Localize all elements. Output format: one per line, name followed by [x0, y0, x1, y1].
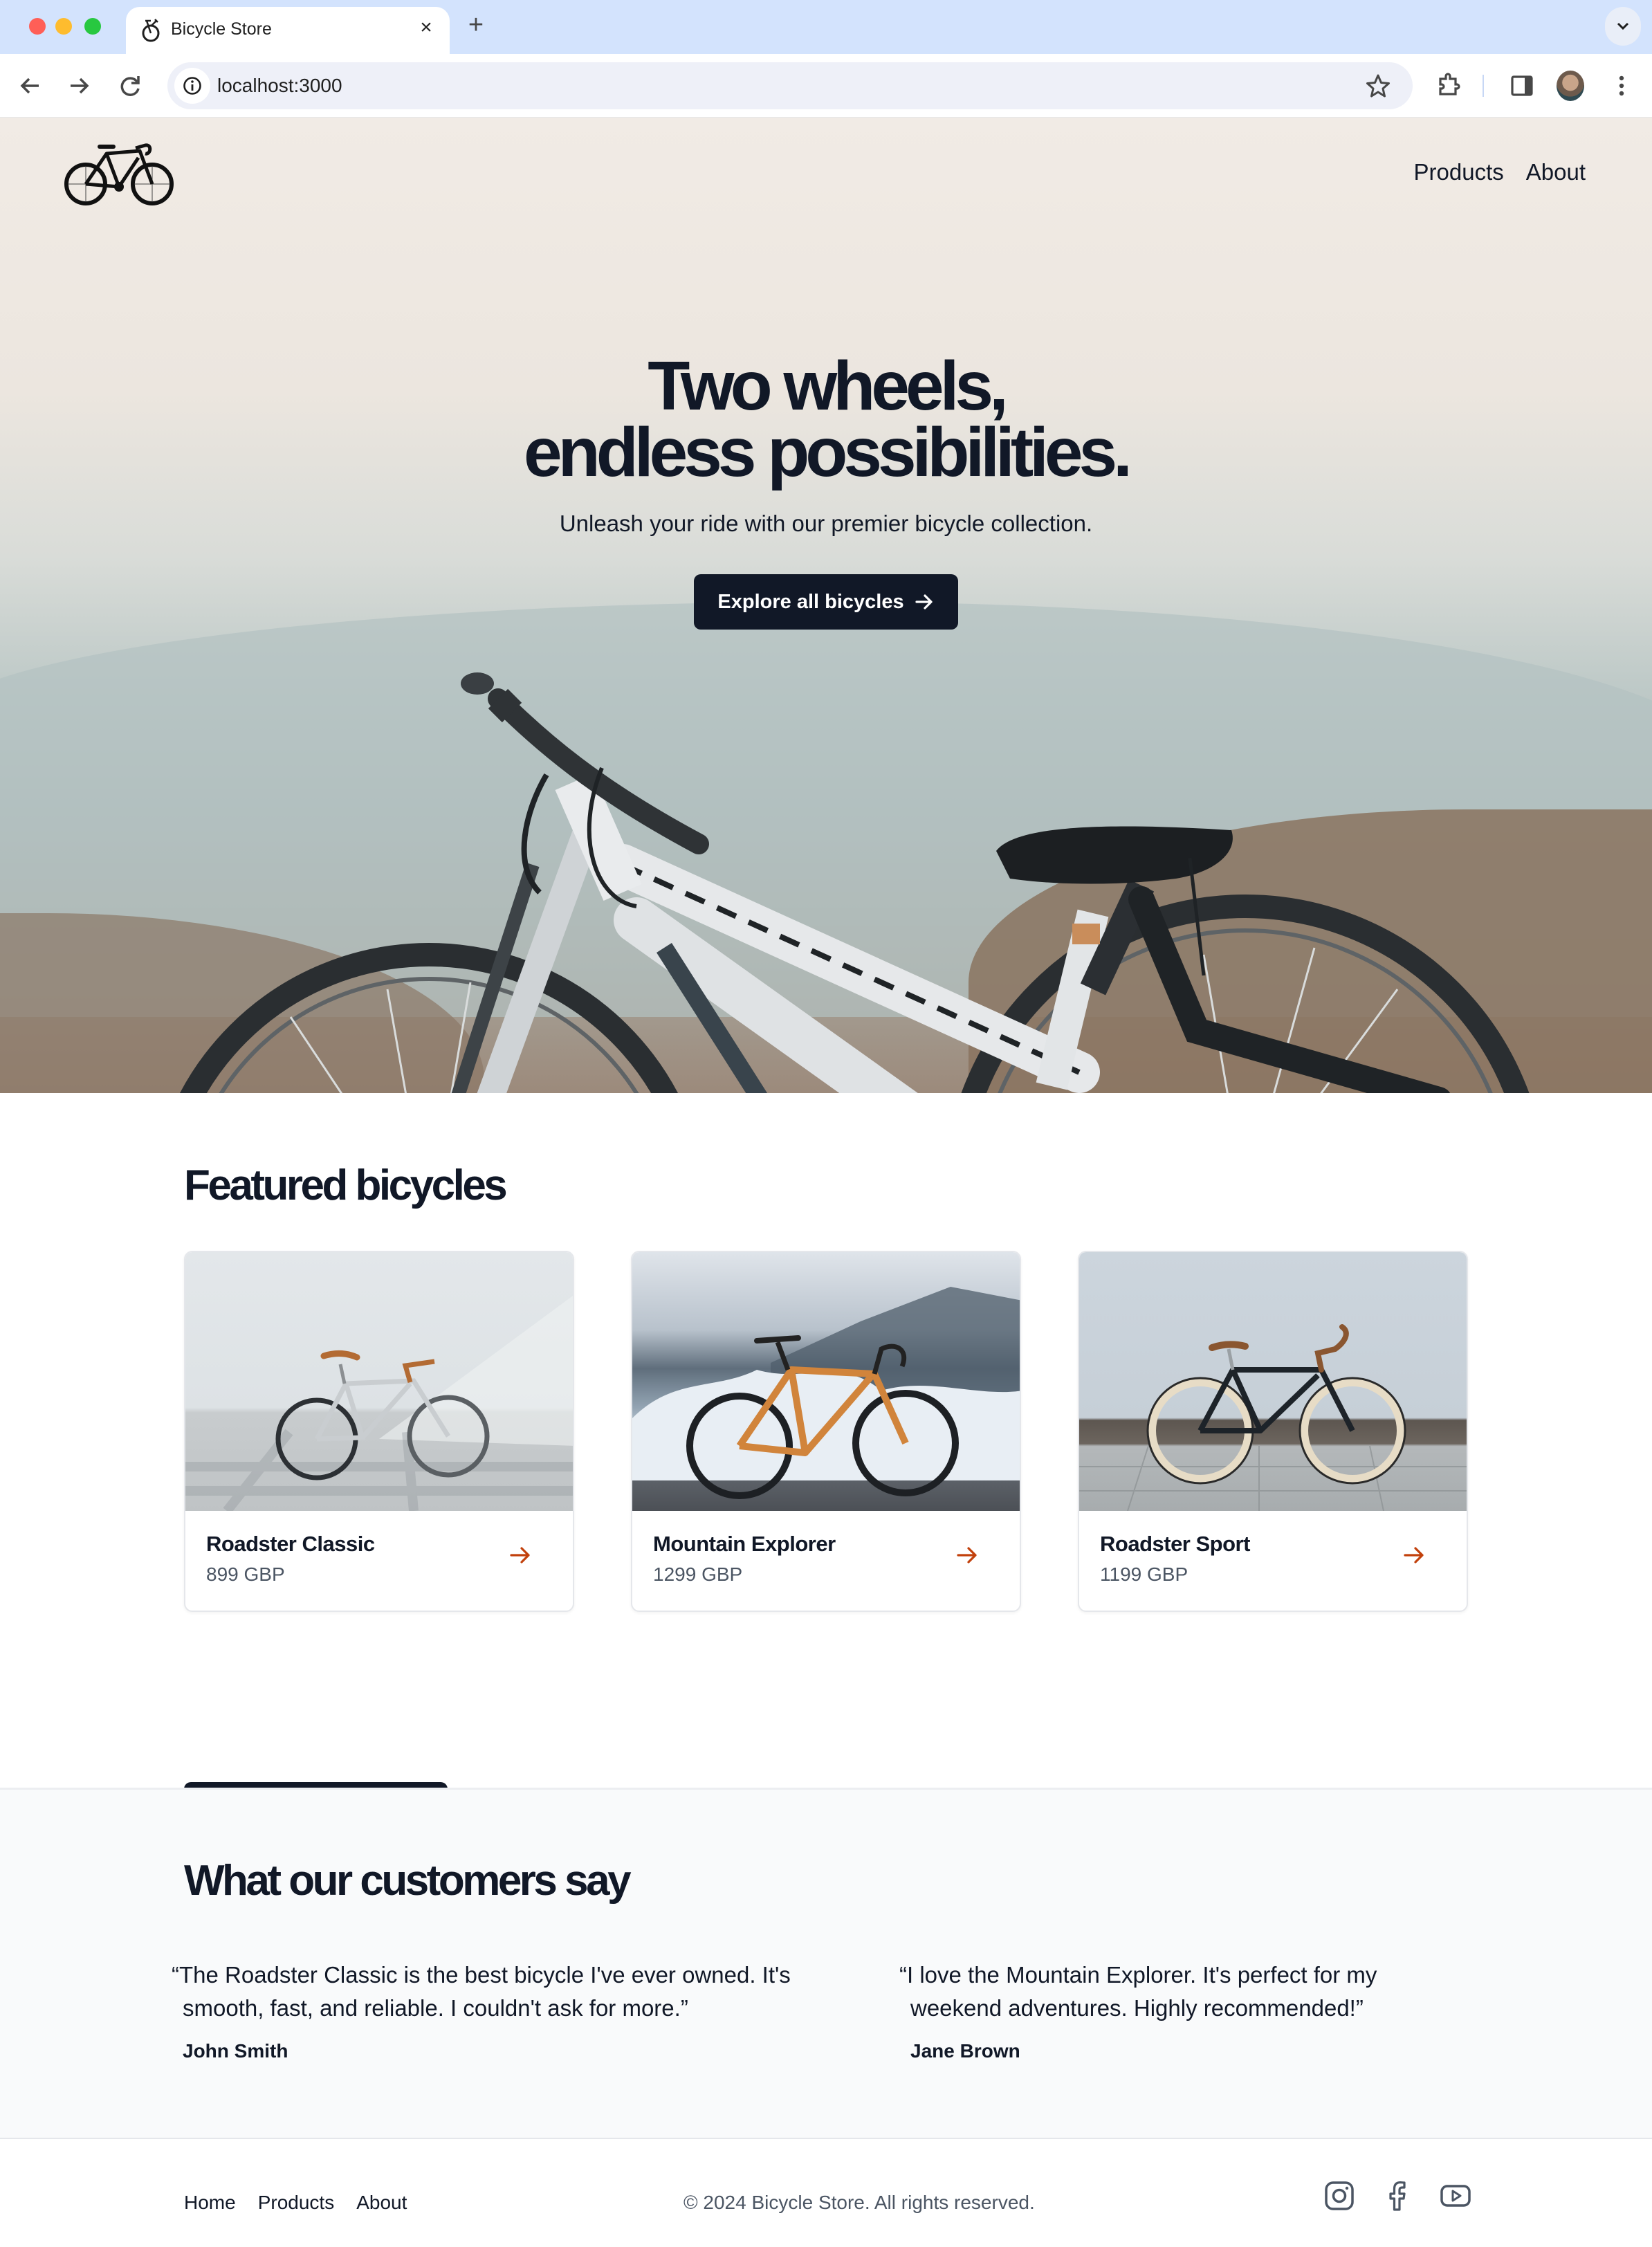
hero-title-line2: endless possibilities.: [524, 414, 1132, 491]
testimonial-author: John Smith: [183, 2040, 288, 2062]
side-panel-icon[interactable]: [1505, 69, 1539, 102]
new-tab-button[interactable]: +: [462, 11, 490, 39]
tab-title: Bicycle Store: [171, 19, 272, 39]
browser-toolbar: localhost:3000: [0, 54, 1652, 118]
product-card-body: Roadster Classic 899 GBP: [206, 1532, 375, 1586]
product-card-body: Roadster Sport 1199 GBP: [1100, 1532, 1250, 1586]
instagram-icon[interactable]: [1323, 2179, 1356, 2212]
product-image-mountain-explorer: [632, 1252, 1020, 1511]
product-cards: Roadster Classic 899 GBP Mountain Explor…: [184, 1251, 1468, 1612]
testimonials-title: What our customers say: [184, 1857, 632, 1905]
arrow-right-icon[interactable]: [955, 1543, 980, 1568]
testimonials-section: What our customers say “The Roadster Cla…: [0, 1788, 1652, 2138]
browser-tab[interactable]: Bicycle Store ×: [126, 7, 450, 54]
footer-link-products[interactable]: Products: [258, 2192, 335, 2214]
product-image-roadster-sport: [1079, 1252, 1467, 1511]
footer-link-home[interactable]: Home: [184, 2192, 236, 2214]
bicycle-logo-icon[interactable]: [64, 138, 177, 210]
address-bar[interactable]: localhost:3000: [167, 62, 1413, 109]
testimonial: “I love the Mountain Explorer. It's perf…: [899, 1959, 1536, 2062]
arrow-right-icon: [915, 594, 933, 609]
close-window-button[interactable]: [29, 18, 46, 35]
product-price: 899 GBP: [206, 1563, 285, 1585]
site-info-icon[interactable]: [174, 68, 210, 104]
forward-arrow-icon[interactable]: [62, 69, 95, 102]
browser-tab-bar: Bicycle Store × +: [0, 0, 1652, 54]
footer-nav: Home Products About: [184, 2192, 407, 2214]
hero-explore-button-label: Explore all bicycles: [717, 590, 904, 613]
site-footer: Home Products About © 2024 Bicycle Store…: [0, 2138, 1652, 2247]
arrow-right-icon[interactable]: [1402, 1543, 1426, 1568]
copyright-text: © 2024 Bicycle Store. All rights reserve…: [683, 2192, 1035, 2213]
site-header: Products About: [0, 118, 1652, 235]
profile-avatar[interactable]: [1557, 71, 1584, 101]
product-card-body: Mountain Explorer 1299 GBP: [653, 1532, 836, 1586]
featured-title: Featured bicycles: [184, 1162, 508, 1209]
minimize-window-button[interactable]: [55, 18, 72, 35]
testimonial-author: Jane Brown: [910, 2040, 1020, 2062]
hero-content: Two wheels, endless possibilities. Unlea…: [0, 351, 1652, 630]
page-viewport: Products About Two wheels, endless possi…: [0, 118, 1652, 2247]
more-menu-icon[interactable]: [1605, 69, 1638, 102]
hero-subtitle: Unleash your ride with our premier bicyc…: [559, 511, 1093, 536]
product-name[interactable]: Mountain Explorer: [653, 1532, 836, 1557]
youtube-icon[interactable]: [1439, 2179, 1472, 2212]
product-card[interactable]: Roadster Sport 1199 GBP: [1078, 1251, 1468, 1612]
testimonial: “The Roadster Classic is the best bicycl…: [172, 1959, 808, 2062]
product-price: 1299 GBP: [653, 1563, 743, 1585]
nav-link-products[interactable]: Products: [1414, 159, 1504, 185]
main-nav: Products About: [1414, 159, 1586, 185]
tab-search-chevron-icon[interactable]: [1605, 7, 1641, 46]
arrow-right-icon[interactable]: [508, 1543, 533, 1568]
product-name[interactable]: Roadster Sport: [1100, 1532, 1250, 1557]
featured-section: Featured bicycles Roadster Classic 899 G…: [0, 1093, 1652, 1837]
hero-title: Two wheels, endless possibilities.: [0, 351, 1652, 487]
reload-icon[interactable]: [113, 69, 147, 102]
toolbar-separator: [1483, 75, 1484, 97]
footer-link-about[interactable]: About: [356, 2192, 407, 2214]
bicycle-favicon-icon: [138, 17, 163, 43]
back-arrow-icon[interactable]: [14, 69, 47, 102]
product-price: 1199 GBP: [1100, 1563, 1188, 1585]
product-card[interactable]: Mountain Explorer 1299 GBP: [631, 1251, 1021, 1612]
extensions-puzzle-icon[interactable]: [1432, 69, 1465, 102]
hero-explore-button[interactable]: Explore all bicycles: [694, 574, 958, 630]
hero-section: Products About Two wheels, endless possi…: [0, 118, 1652, 1093]
product-card[interactable]: Roadster Classic 899 GBP: [184, 1251, 574, 1612]
product-image-roadster-classic: [185, 1252, 573, 1511]
testimonial-quote: “I love the Mountain Explorer. It's perf…: [899, 1962, 1377, 2021]
product-name[interactable]: Roadster Classic: [206, 1532, 375, 1557]
tab-close-icon[interactable]: ×: [414, 14, 439, 42]
facebook-icon[interactable]: [1381, 2179, 1414, 2212]
maximize-window-button[interactable]: [84, 18, 101, 35]
social-links: [1323, 2179, 1472, 2212]
nav-link-about[interactable]: About: [1526, 159, 1586, 185]
bookmark-star-icon[interactable]: [1364, 72, 1392, 100]
testimonial-quote: “The Roadster Classic is the best bicycl…: [172, 1962, 791, 2021]
url-text[interactable]: localhost:3000: [217, 75, 342, 97]
